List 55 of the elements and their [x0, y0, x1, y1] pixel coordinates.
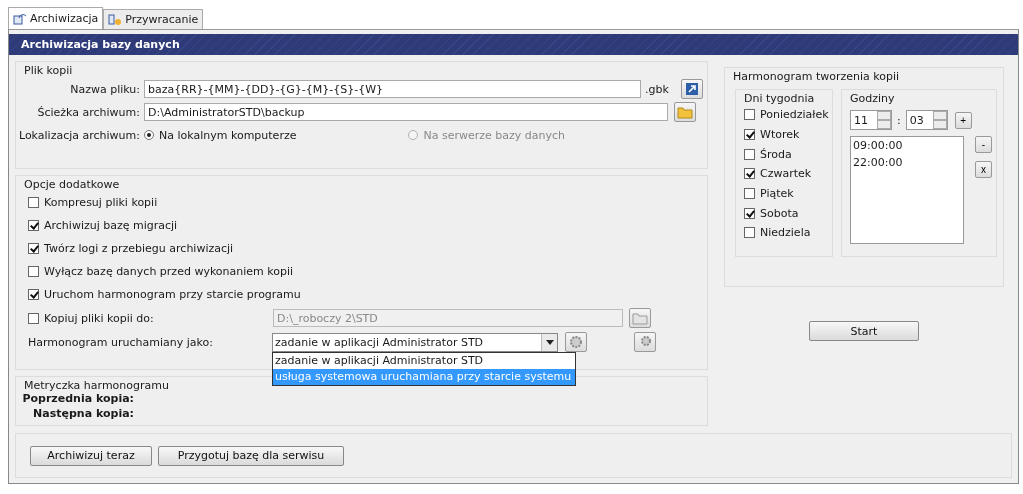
- folder-icon: [632, 311, 648, 325]
- remove-button[interactable]: -: [975, 136, 992, 153]
- minute-spinner[interactable]: 03: [905, 110, 948, 130]
- field-label: Ścieżka archiwum:: [36, 105, 141, 119]
- checkbox[interactable]: Czwartek: [736, 164, 832, 184]
- tab[interactable]: Archiwizacja: [8, 7, 104, 29]
- open-button[interactable]: [680, 79, 703, 99]
- time-separator: :: [896, 113, 902, 127]
- folder-icon: [677, 105, 693, 119]
- checkbox[interactable]: Środa: [736, 144, 832, 165]
- restore-icon: [108, 13, 123, 26]
- field-label: Harmonogram uruchamiany jako:: [27, 335, 214, 349]
- service-button[interactable]: [634, 332, 656, 352]
- checkbox[interactable]: Niedziela: [736, 223, 832, 243]
- gear-icon: [638, 335, 652, 349]
- radio-option[interactable]: Na lokalnym komputerze: [144, 128, 297, 142]
- start-button[interactable]: Start: [809, 321, 919, 341]
- checkbox[interactable]: Wyłącz bazę danych przed wykonaniem kopii: [16, 260, 707, 283]
- browse-button[interactable]: [629, 308, 651, 328]
- group-title: Godziny: [849, 91, 896, 105]
- group-title: Harmonogram tworzenia kopii: [732, 69, 901, 83]
- checkbox[interactable]: Archiwizuj bazę migracji: [16, 214, 707, 237]
- checkbox[interactable]: Uruchom harmonogram przy starcie programu: [16, 283, 707, 306]
- time-item[interactable]: 09:00:00: [853, 139, 961, 156]
- settings-button[interactable]: [565, 332, 587, 352]
- checkbox[interactable]: Sobota: [736, 203, 832, 224]
- group-title: Metryczka harmonogramu: [23, 378, 170, 392]
- checkbox[interactable]: Twórz logi z przebiegu archiwizacji: [16, 237, 707, 260]
- checkbox[interactable]: Piątek: [736, 183, 832, 204]
- add-button[interactable]: +: [954, 111, 972, 129]
- hour-spinner[interactable]: 11: [850, 110, 892, 130]
- clear-button[interactable]: x: [975, 161, 992, 178]
- dropdown-option[interactable]: zadanie w aplikacji Administrator STD: [273, 352, 576, 369]
- field-label: Lokalizacja archiwum:: [17, 128, 141, 142]
- metric-label: Następna kopia:: [33, 407, 134, 422]
- field-label: Nazwa pliku:: [69, 82, 141, 96]
- section-header: Archiwizacja bazy danych: [9, 34, 1018, 55]
- tab[interactable]: Przywracanie: [103, 9, 204, 29]
- browse-button[interactable]: [674, 102, 696, 122]
- caret-icon: [545, 339, 554, 345]
- extension-label: .gbk: [645, 82, 669, 96]
- action-button[interactable]: Przygotuj bazę dla serwisu: [158, 445, 344, 466]
- gear-icon: [569, 335, 583, 349]
- time-item[interactable]: 22:00:00: [853, 156, 961, 173]
- path-field[interactable]: D:\AdministratorSTD\backup: [144, 103, 668, 121]
- group-title: Opcje dodatkowe: [23, 177, 121, 191]
- group-title: Plik kopii: [23, 63, 74, 77]
- checkbox[interactable]: Wtorek: [736, 124, 832, 145]
- group-title: Dni tygodnia: [743, 91, 816, 105]
- dropdown[interactable]: zadanie w aplikacji Administrator STD: [272, 332, 558, 352]
- filename-field[interactable]: baza{RR}-{MM}-{DD}-{G}-{M}-{S}-{W}: [144, 80, 641, 98]
- checkbox[interactable]: Kompresuj pliki kopii: [16, 191, 707, 214]
- checkbox[interactable]: Poniedziałek: [736, 105, 832, 125]
- action-button[interactable]: Archiwizuj teraz: [30, 445, 152, 466]
- metric-label: Poprzednia kopia:: [22, 392, 134, 407]
